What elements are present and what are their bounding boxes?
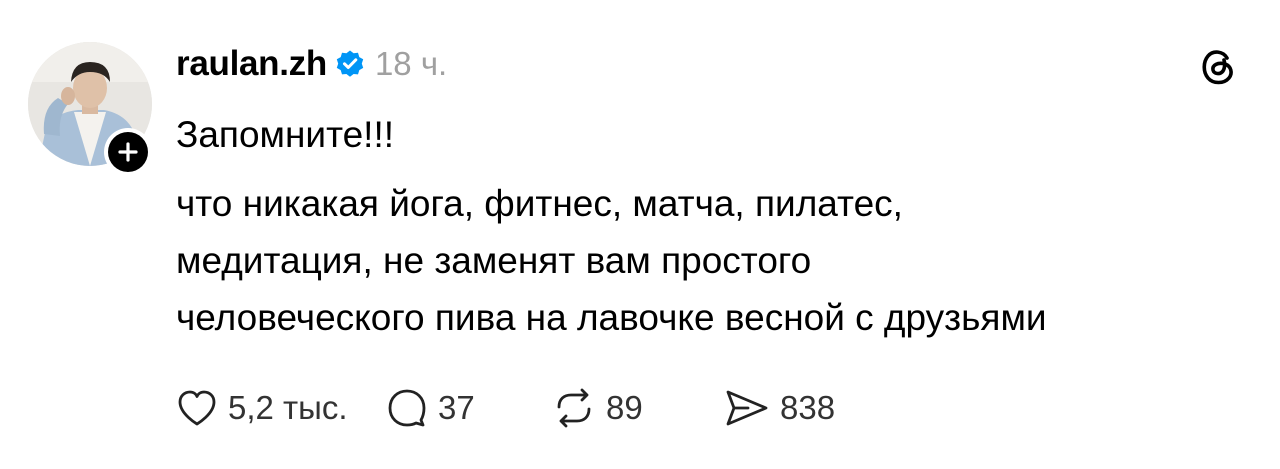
action-bar: 5,2 тыс. 37 89 838 (176, 380, 904, 436)
heart-icon (178, 390, 216, 426)
share-count: 838 (780, 389, 836, 426)
post-body: Запомните!!! что никакая йога, фитнес, м… (176, 106, 1256, 346)
post-text-line: что никакая йога, фитнес, матча, пилатес… (176, 183, 903, 224)
repost-arrows-icon (557, 388, 591, 428)
post-header: raulan.zh 18 ч. (176, 40, 447, 88)
post-text-line: человеческого пива на лавочке весной с д… (176, 297, 1047, 338)
share-button[interactable]: 838 (724, 388, 904, 428)
follow-button[interactable] (104, 128, 152, 176)
username[interactable]: raulan.zh (176, 44, 327, 84)
like-button[interactable]: 5,2 тыс. (176, 388, 386, 428)
repost-count: 89 (606, 389, 643, 426)
reply-button[interactable]: 37 (386, 387, 552, 429)
follow-button-inner (108, 132, 148, 172)
threads-logo-icon[interactable] (1196, 44, 1240, 88)
speech-bubble-icon (388, 389, 426, 427)
threads-post: raulan.zh 18 ч. Запомните!!! что никакая… (0, 0, 1280, 469)
verified-badge-icon (336, 50, 364, 77)
repost-button[interactable]: 89 (552, 387, 724, 429)
avatar-container[interactable] (28, 42, 152, 176)
plus-icon (118, 142, 138, 162)
send-icon (726, 390, 768, 426)
post-text-line: медитация, не заменят вам простого (176, 240, 812, 281)
post-time: 18 ч. (374, 45, 448, 82)
reply-count: 37 (438, 389, 475, 426)
post-headline: Запомните!!! (176, 114, 395, 155)
like-count: 5,2 тыс. (228, 389, 348, 426)
